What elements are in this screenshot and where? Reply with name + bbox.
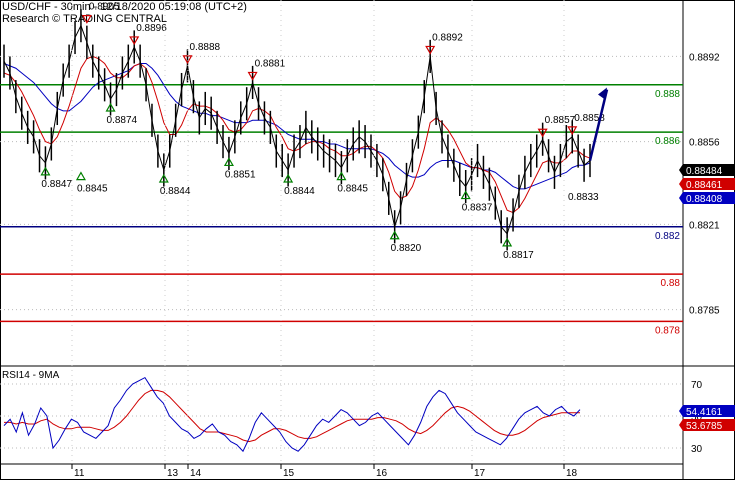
pivot-label-high: 0.8892 (432, 32, 463, 43)
rsi-tick-label: 70 (691, 380, 703, 391)
rsi-line (3, 376, 581, 453)
level-label: 0.886 (655, 136, 680, 147)
x-tick-label: 14 (190, 468, 202, 479)
low-marker (75, 171, 86, 181)
x-tick-label: 18 (566, 468, 578, 479)
x-tick-label: 13 (167, 468, 179, 479)
pivot-label-low: 0.8820 (391, 243, 422, 254)
pivot-label-high: 0.8905 (89, 2, 120, 13)
pivot-label-high: 0.8888 (189, 42, 220, 53)
price-badge-label: 0.88461 (686, 180, 723, 191)
y-tick-label: 0.8856 (689, 138, 720, 149)
y-tick-label: 0.8821 (689, 220, 720, 231)
pivot-label-low: 0.8817 (503, 250, 534, 261)
chart-canvas: 0.88920.88560.88210.87850.8880.8860.8820… (0, 0, 735, 480)
price-badge-label: 0.88484 (686, 166, 723, 177)
rsi-tick-label: 30 (691, 444, 703, 455)
pivot-label-high: 0.8896 (136, 23, 167, 34)
y-tick-label: 0.8785 (689, 306, 720, 317)
level-label: 0.888 (655, 89, 680, 100)
rsi-badge-pointer (679, 419, 683, 431)
rsi-badge-label: 53.6785 (686, 421, 723, 432)
level-label: 0.88 (661, 278, 681, 289)
level-label: 0.878 (655, 325, 680, 336)
y-tick-label: 0.8892 (689, 52, 720, 63)
high-marker (81, 15, 92, 24)
x-tick-label: 16 (376, 468, 388, 479)
pivot-label-low: 0.8844 (160, 186, 191, 197)
pivot-label-low: 0.8847 (41, 179, 72, 190)
chart-root: USD/CHF - 30min - 12/18/2020 05:19:08 (U… (0, 0, 735, 480)
rsi-badge-label: 54.4161 (686, 407, 723, 418)
pivot-label-low: 0.8844 (284, 186, 315, 197)
pivot-label-low: 0.8845 (337, 184, 368, 195)
badge-pointer (679, 178, 683, 190)
x-tick-label: 11 (74, 468, 85, 479)
ma-slow-line (3, 63, 591, 190)
level-label: 0.882 (655, 231, 680, 242)
pivot-label-high: 0.8857 (545, 115, 576, 126)
pivot-label-low: 0.8845 (77, 184, 108, 195)
pivot-label-low: 0.8837 (462, 203, 493, 214)
forecast-arrow (588, 89, 609, 161)
x-tick-label: 17 (474, 468, 486, 479)
rsi-title: RSI14 - 9MA (2, 370, 60, 381)
price-badge-label: 0.88408 (686, 194, 723, 205)
pivot-label-low: 0.8874 (107, 115, 138, 126)
rsi-badge-pointer (679, 405, 683, 417)
extra-label: 0.8833 (568, 192, 599, 203)
pivot-label-low: 0.8851 (225, 169, 256, 180)
badge-pointer (679, 164, 683, 176)
x-tick-label: 15 (283, 468, 295, 479)
badge-pointer (679, 192, 683, 204)
